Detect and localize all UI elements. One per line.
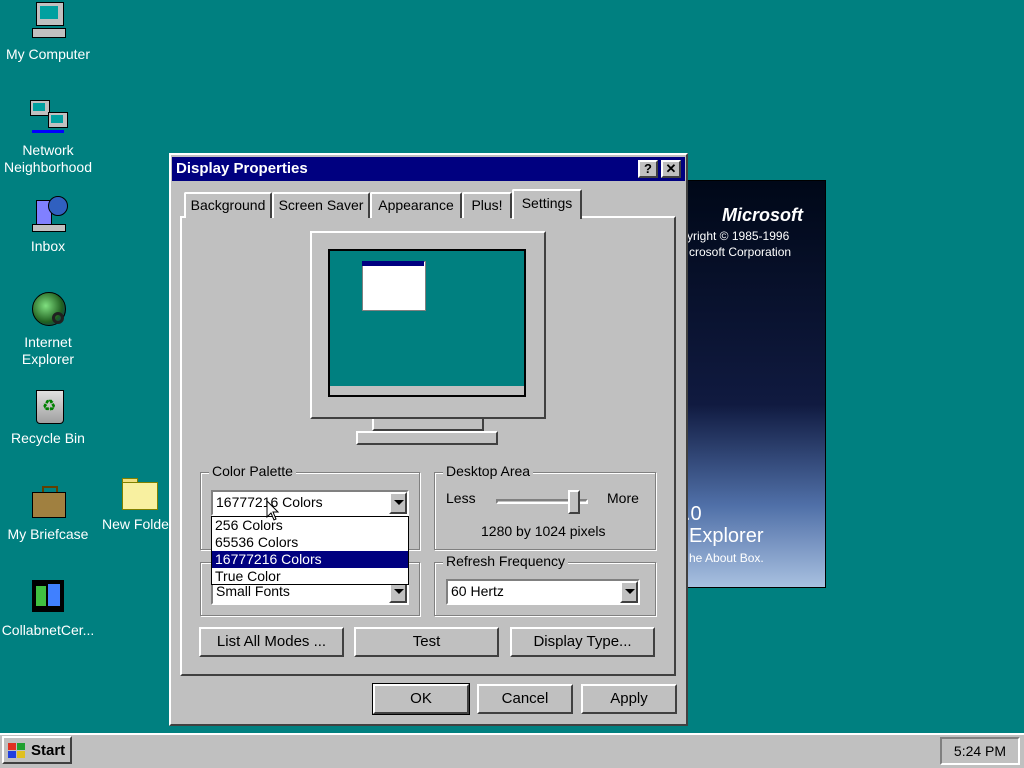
desktop-area-slider-thumb[interactable] <box>568 490 580 514</box>
list-all-modes-button[interactable]: List All Modes ... <box>199 627 344 657</box>
chevron-down-icon[interactable] <box>620 581 638 603</box>
internet-explorer-icon <box>28 290 68 330</box>
refresh-frequency-value: 60 Hertz <box>451 583 504 599</box>
tab-screen-saver[interactable]: Screen Saver <box>272 192 370 218</box>
splash-about: he About Box. <box>689 551 764 565</box>
splash-brand: Microsoft <box>722 205 803 225</box>
my-computer-icon <box>28 2 68 42</box>
desktop-icon-label: Recycle Bin <box>11 430 85 446</box>
less-label: Less <box>446 490 476 506</box>
taskbar <box>0 733 1024 768</box>
system-tray: 5:24 PM <box>940 737 1020 765</box>
monitor-screen <box>328 249 526 397</box>
monitor-base <box>356 431 498 445</box>
tab-background[interactable]: Background <box>184 192 272 218</box>
font-size-value: Small Fonts <box>216 583 290 599</box>
color-palette-select[interactable]: 16777216 Colors <box>211 490 409 516</box>
desktop-icon-label: Internet Explorer <box>21 334 75 367</box>
briefcase-icon <box>28 482 68 522</box>
collabnet-icon <box>28 578 68 618</box>
monitor-preview <box>310 231 546 419</box>
apply-button[interactable]: Apply <box>581 684 677 714</box>
desktop-icon-label: Inbox <box>30 238 66 254</box>
tab-plus[interactable]: Plus! <box>462 192 512 218</box>
clock[interactable]: 5:24 PM <box>954 743 1006 759</box>
cancel-button[interactable]: Cancel <box>477 684 573 714</box>
desktop-icon-my-briefcase[interactable]: My Briefcase <box>0 482 96 543</box>
close-button[interactable]: ✕ <box>661 160 681 178</box>
network-icon <box>28 98 68 138</box>
tab-settings[interactable]: Settings <box>512 189 582 219</box>
test-button[interactable]: Test <box>354 627 499 657</box>
color-option[interactable]: 65536 Colors <box>212 534 408 551</box>
start-label: Start <box>31 742 66 759</box>
desktop-icon-network-neighborhood[interactable]: Network Neighborhood <box>0 98 96 176</box>
windows-logo-icon <box>8 743 26 758</box>
start-button[interactable]: Start <box>2 736 72 764</box>
tab-appearance[interactable]: Appearance <box>370 192 462 218</box>
color-palette-label: Color Palette <box>209 463 296 479</box>
recycle-bin-icon: ♻ <box>28 386 68 426</box>
desktop-icon-label: CollabnetCer... <box>1 622 95 638</box>
more-label: More <box>607 490 639 506</box>
desktop-icon-label: My Computer <box>5 46 91 62</box>
desktop-icon-inbox[interactable]: Inbox <box>0 194 96 255</box>
help-button[interactable]: ? <box>638 160 658 178</box>
monitor-stand <box>372 419 484 431</box>
desktop-icon-label: My Briefcase <box>7 526 89 542</box>
mouse-cursor-icon <box>266 500 280 521</box>
desktop-icon-label: Network Neighborhood <box>4 142 92 175</box>
desktop-icon-internet-explorer[interactable]: Internet Explorer <box>0 290 96 368</box>
color-option[interactable]: 256 Colors <box>212 517 408 534</box>
desktop-icon-recycle-bin[interactable]: ♻ Recycle Bin <box>0 386 96 447</box>
splash-corp: crosoft Corporation <box>689 245 792 259</box>
ok-button[interactable]: OK <box>372 683 470 715</box>
resolution-text: 1280 by 1024 pixels <box>481 523 606 539</box>
refresh-frequency-select[interactable]: 60 Hertz <box>446 579 640 605</box>
splash-product: Explorer <box>689 525 764 547</box>
inbox-icon <box>28 194 68 234</box>
chevron-down-icon[interactable] <box>389 492 407 514</box>
display-type-button[interactable]: Display Type... <box>510 627 655 657</box>
color-option[interactable]: True Color <box>212 568 408 585</box>
desktop-icon-my-computer[interactable]: My Computer <box>0 2 96 63</box>
folder-icon <box>116 472 158 512</box>
color-option-highlighted[interactable]: 16777216 Colors <box>212 551 408 568</box>
splash-copyright: yright © 1985-1996 <box>687 229 790 243</box>
refresh-frequency-label: Refresh Frequency <box>443 553 569 569</box>
color-palette-dropdown: 256 Colors 65536 Colors 16777216 Colors … <box>211 516 409 585</box>
dialog-title-bar[interactable]: Display Properties ? ✕ <box>172 157 685 181</box>
preview-taskbar <box>330 386 524 395</box>
desktop-area-label: Desktop Area <box>443 463 534 479</box>
preview-window <box>362 261 426 311</box>
desktop-icon-collabnet[interactable]: CollabnetCer... <box>0 578 96 639</box>
dialog-title: Display Properties <box>176 160 308 177</box>
